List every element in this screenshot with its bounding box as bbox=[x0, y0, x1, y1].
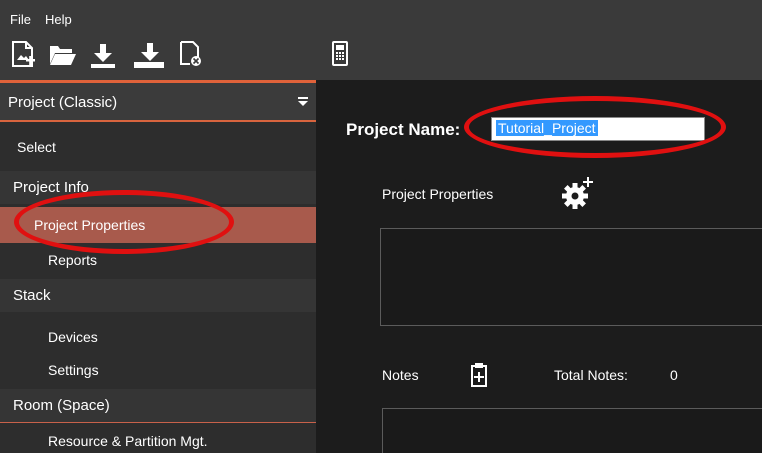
gear-add-icon[interactable] bbox=[562, 176, 596, 210]
add-note-icon[interactable] bbox=[468, 362, 490, 388]
sidebar-item-project-properties[interactable]: Project Properties bbox=[0, 207, 316, 243]
device-panel-icon[interactable] bbox=[330, 40, 350, 68]
sidebar-item-devices[interactable]: Devices bbox=[0, 323, 316, 351]
sidebar-header[interactable]: Project (Classic) bbox=[0, 83, 316, 122]
notes-box bbox=[382, 408, 762, 453]
sidebar: Project (Classic) Select Project Info Pr… bbox=[0, 80, 316, 453]
close-document-icon[interactable] bbox=[177, 40, 203, 68]
sidebar-header-title: Project (Classic) bbox=[8, 94, 118, 111]
menu-bar: File Help bbox=[0, 0, 762, 36]
project-name-input[interactable]: Tutorial_Project bbox=[491, 117, 705, 141]
notes-label: Notes bbox=[382, 367, 419, 383]
download-alt-icon[interactable] bbox=[132, 40, 166, 68]
chevron-down-icon[interactable] bbox=[298, 97, 308, 107]
project-properties-label: Project Properties bbox=[382, 186, 494, 202]
project-name-value: Tutorial_Project bbox=[496, 120, 598, 136]
sidebar-item-reports[interactable]: Reports bbox=[0, 244, 316, 276]
total-notes-value: 0 bbox=[670, 367, 678, 383]
project-properties-box bbox=[380, 228, 762, 326]
sidebar-section-project-info[interactable]: Project Info bbox=[0, 171, 316, 204]
sidebar-item-select[interactable]: Select bbox=[0, 139, 316, 155]
sidebar-item-resource-partition[interactable]: Resource & Partition Mgt. bbox=[0, 427, 316, 453]
project-name-label: Project Name: bbox=[346, 120, 461, 139]
toolbar bbox=[0, 36, 762, 80]
main-panel: Project Name: Tutorial_Project Project P… bbox=[316, 80, 762, 453]
download-icon[interactable] bbox=[88, 40, 118, 68]
total-notes-label: Total Notes: bbox=[554, 367, 628, 383]
open-folder-icon[interactable] bbox=[48, 40, 78, 68]
new-project-icon[interactable] bbox=[10, 40, 36, 68]
menu-help[interactable]: Help bbox=[45, 12, 72, 27]
menu-file[interactable]: File bbox=[10, 12, 31, 27]
sidebar-divider bbox=[0, 422, 316, 423]
sidebar-item-settings[interactable]: Settings bbox=[0, 356, 316, 384]
sidebar-section-stack[interactable]: Stack bbox=[0, 279, 316, 312]
sidebar-section-room-space[interactable]: Room (Space) bbox=[0, 389, 316, 422]
